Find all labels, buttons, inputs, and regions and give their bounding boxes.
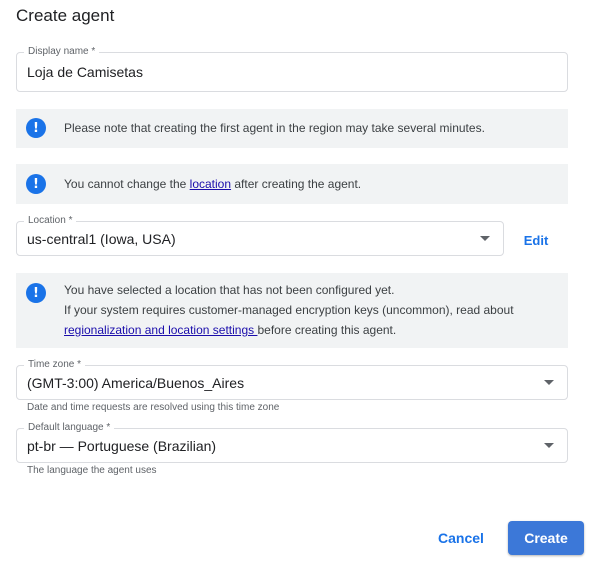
- default-language-value: pt-br — Portuguese (Brazilian): [27, 437, 217, 454]
- unconfigured-location-note: ! You have selected a location that has …: [16, 273, 568, 348]
- location-warning-before: You cannot change the: [64, 177, 190, 191]
- time-zone-select[interactable]: Time zone * (GMT-3:00) America/Buenos_Ai…: [16, 358, 568, 400]
- info-icon: !: [26, 174, 46, 194]
- time-zone-hint: Date and time requests are resolved usin…: [27, 402, 280, 413]
- first-agent-note: ! Please note that creating the first ag…: [16, 109, 568, 148]
- edit-location-button[interactable]: Edit: [512, 226, 560, 254]
- create-button[interactable]: Create: [508, 521, 584, 555]
- unconfigured-after: before creating this agent.: [257, 323, 397, 337]
- info-icon: !: [26, 283, 46, 303]
- regionalization-link[interactable]: regionalization and location settings: [64, 323, 257, 337]
- cancel-button[interactable]: Cancel: [429, 521, 493, 555]
- info-icon: !: [26, 118, 46, 138]
- display-name-input[interactable]: Loja de Camisetas: [27, 53, 143, 91]
- location-warning-after: after creating the agent.: [231, 177, 362, 191]
- location-value: us-central1 (Iowa, USA): [27, 230, 176, 247]
- dropdown-arrow-icon[interactable]: [480, 235, 490, 241]
- unconfigured-line1: You have selected a location that has no…: [64, 283, 395, 297]
- time-zone-value: (GMT-3:00) America/Buenos_Aires: [27, 374, 245, 391]
- dialog-title: Create agent: [16, 6, 115, 25]
- default-language-hint: The language the agent uses: [27, 465, 157, 476]
- display-name-field[interactable]: Display name * Loja de Camisetas: [16, 45, 568, 92]
- unconfigured-location-text: You have selected a location that has no…: [64, 280, 514, 340]
- dropdown-arrow-icon[interactable]: [544, 379, 554, 385]
- location-warning-text: You cannot change the location after cre…: [64, 174, 361, 194]
- dropdown-arrow-icon[interactable]: [544, 442, 554, 448]
- first-agent-note-text: Please note that creating the first agen…: [64, 121, 485, 135]
- location-link[interactable]: location: [190, 177, 231, 191]
- default-language-select[interactable]: Default language * pt-br — Portuguese (B…: [16, 421, 568, 463]
- location-warning-note: ! You cannot change the location after c…: [16, 164, 568, 204]
- location-select[interactable]: Location * us-central1 (Iowa, USA): [16, 214, 504, 256]
- unconfigured-line2: If your system requires customer-managed…: [64, 303, 514, 317]
